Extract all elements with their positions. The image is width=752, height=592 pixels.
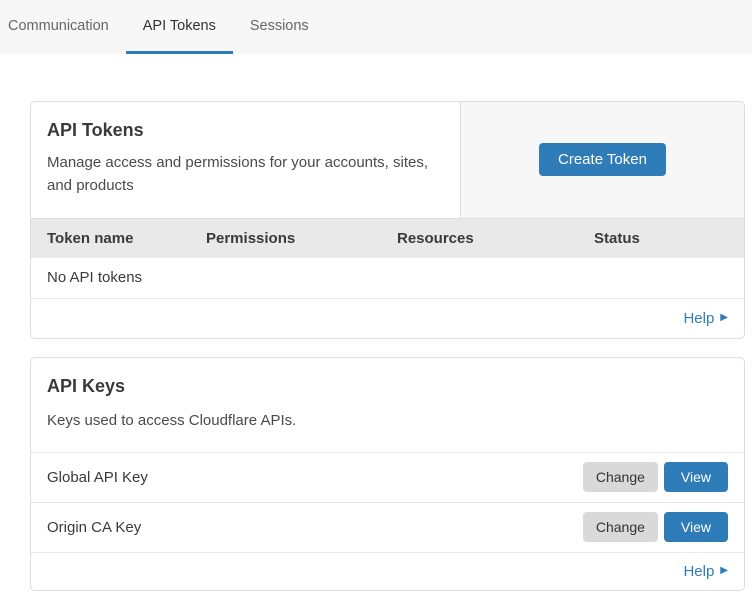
api-tokens-card-header: API Tokens Manage access and permissions… <box>31 102 744 218</box>
global-api-key-label: Global API Key <box>47 469 148 486</box>
change-origin-ca-key-button[interactable]: Change <box>583 512 658 542</box>
keys-card-footer: Help ▶ <box>31 552 744 590</box>
tokens-empty-row: No API tokens <box>31 258 744 299</box>
tab-api-tokens[interactable]: API Tokens <box>126 0 233 54</box>
tab-bar: Communication API Tokens Sessions <box>0 0 752 54</box>
tab-row: Communication API Tokens Sessions <box>0 0 326 54</box>
column-header-resources: Resources <box>397 230 594 247</box>
tokens-empty-message: No API tokens <box>47 269 142 286</box>
view-origin-ca-key-button[interactable]: View <box>664 512 728 542</box>
arrow-right-icon: ▶ <box>720 566 728 576</box>
api-tokens-title: API Tokens <box>47 120 444 141</box>
change-global-api-key-button[interactable]: Change <box>583 462 658 492</box>
api-keys-title: API Keys <box>47 376 728 397</box>
view-global-api-key-button[interactable]: View <box>664 462 728 492</box>
column-header-permissions: Permissions <box>206 230 397 247</box>
api-tokens-description: Manage access and permissions for your a… <box>47 151 444 198</box>
column-header-token-name: Token name <box>47 230 206 247</box>
create-token-panel: Create Token <box>460 102 744 218</box>
column-header-status: Status <box>594 230 744 247</box>
tokens-help-link[interactable]: Help ▶ <box>683 310 728 327</box>
api-tokens-card: API Tokens Manage access and permissions… <box>30 101 745 339</box>
api-keys-card-header: API Keys Keys used to access Cloudflare … <box>31 358 744 452</box>
tokens-card-footer: Help ▶ <box>31 299 744 338</box>
keys-help-link[interactable]: Help ▶ <box>683 563 728 580</box>
api-tokens-header-text: API Tokens Manage access and permissions… <box>31 102 460 218</box>
tokens-help-label: Help <box>683 310 714 327</box>
tab-communication[interactable]: Communication <box>0 0 126 54</box>
origin-ca-key-actions: Change View <box>583 512 728 542</box>
origin-ca-key-label: Origin CA Key <box>47 519 141 536</box>
api-key-row-origin-ca: Origin CA Key Change View <box>31 502 744 552</box>
tokens-table-header: Token name Permissions Resources Status <box>31 218 744 258</box>
arrow-right-icon: ▶ <box>720 313 728 323</box>
content-area: API Tokens Manage access and permissions… <box>30 101 745 591</box>
keys-help-label: Help <box>683 563 714 580</box>
api-keys-description: Keys used to access Cloudflare APIs. <box>47 409 728 432</box>
global-api-key-actions: Change View <box>583 462 728 492</box>
api-keys-card: API Keys Keys used to access Cloudflare … <box>30 357 745 591</box>
api-key-row-global: Global API Key Change View <box>31 452 744 502</box>
create-token-button[interactable]: Create Token <box>539 143 666 176</box>
tab-sessions[interactable]: Sessions <box>233 0 326 54</box>
